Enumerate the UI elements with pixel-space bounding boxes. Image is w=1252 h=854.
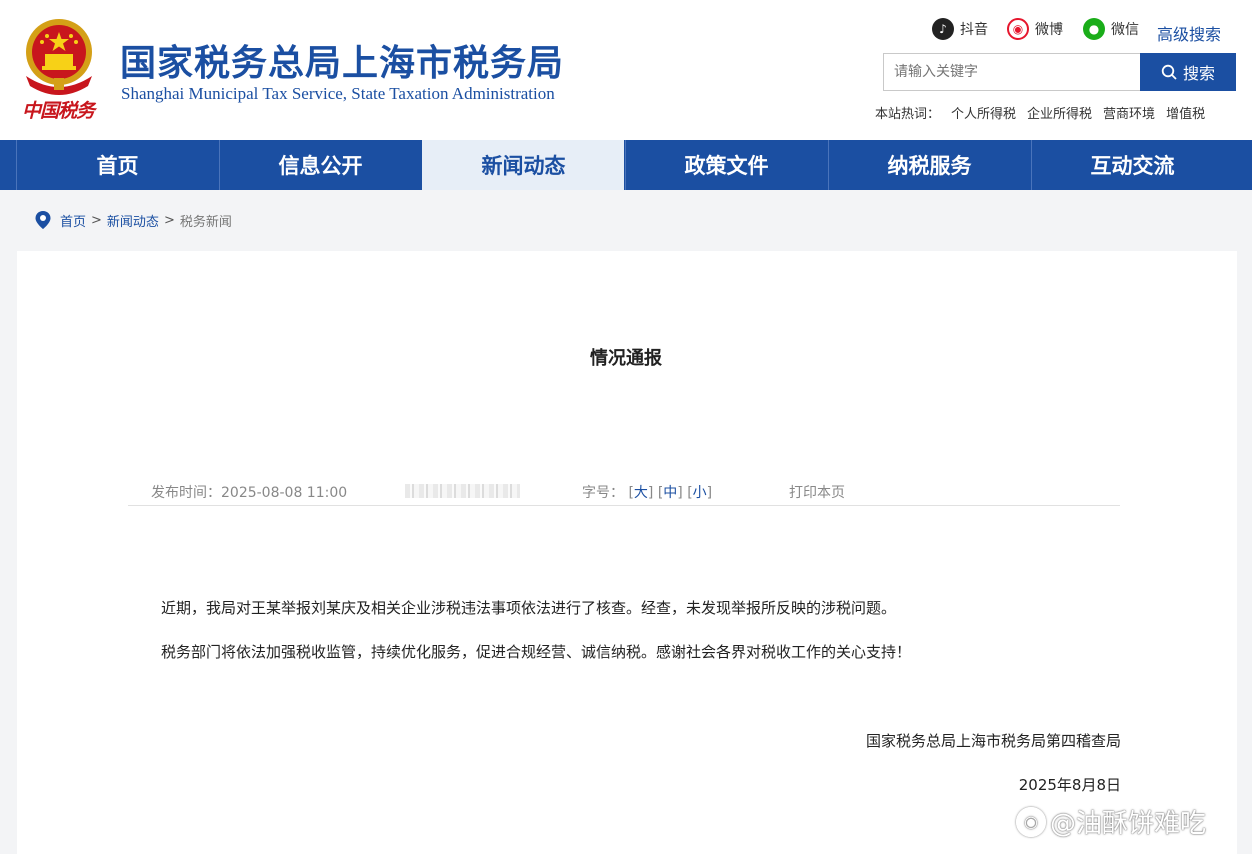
article-title: 情况通报: [590, 348, 662, 369]
nav-news[interactable]: 新闻动态: [422, 140, 624, 190]
meta-divider: [128, 505, 1120, 506]
font-large-button[interactable]: 大: [634, 485, 648, 501]
breadcrumb-current: 税务新闻: [179, 214, 232, 230]
hot-word[interactable]: 个人所得税: [951, 103, 1016, 122]
weibo-label: 微博: [1035, 22, 1063, 38]
breadcrumb-separator: >: [163, 212, 175, 228]
hot-words-label: 本站热词：: [875, 107, 941, 122]
site-header: 中国税务 国家税务总局上海市税务局 Shanghai Municipal Tax…: [0, 0, 1252, 140]
font-size-controls: 字号： [大] [中] [小]: [582, 485, 713, 501]
nav-home[interactable]: 首页: [16, 140, 218, 190]
wechat-icon: ●: [1083, 18, 1105, 40]
hot-word[interactable]: 增值税: [1166, 103, 1205, 122]
breadcrumb-news[interactable]: 新闻动态: [107, 211, 159, 230]
location-pin-icon: [35, 211, 51, 229]
wechat-link[interactable]: ● 微信: [1083, 18, 1139, 40]
weibo-icon: ◉: [1007, 18, 1029, 40]
search-button-label: 搜索: [1182, 64, 1215, 83]
weibo-link[interactable]: ◉ 微博: [1007, 18, 1063, 40]
publish-time-value: 2025-08-08 11:00: [221, 485, 348, 501]
douyin-icon: ♪: [932, 18, 954, 40]
font-size-label: 字号：: [582, 485, 624, 501]
search-box: [883, 53, 1140, 91]
nav-interaction[interactable]: 互动交流: [1031, 140, 1233, 190]
site-title[interactable]: 国家税务总局上海市税务局: [120, 34, 564, 86]
article-card: [17, 251, 1237, 854]
nav-info-disclosure[interactable]: 信息公开: [219, 140, 421, 190]
publish-time: 发布时间：2025-08-08 11:00: [151, 482, 347, 502]
hot-words: 本站热词： 个人所得税 企业所得税 营商环境 增值税: [875, 103, 1216, 122]
publish-label: 发布时间：: [151, 485, 221, 501]
tax-seal-logo: 中国税务: [22, 100, 95, 122]
search-icon: [1161, 64, 1177, 80]
search-input[interactable]: [884, 54, 1140, 90]
hot-word[interactable]: 企业所得税: [1027, 103, 1092, 122]
nav-policy[interactable]: 政策文件: [625, 140, 827, 190]
hot-word[interactable]: 营商环境: [1103, 103, 1155, 122]
douyin-label: 抖音: [960, 22, 988, 38]
redacted-source: [405, 484, 520, 498]
search-button[interactable]: 搜索: [1140, 53, 1236, 91]
article-paragraph: 税务部门将依法加强税收监管，持续优化服务，促进合规经营、诚信纳税。感谢社会各界对…: [161, 643, 912, 661]
watermark: ◉ @油酥饼难吃: [1016, 803, 1206, 840]
nav-tax-service[interactable]: 纳税服务: [828, 140, 1030, 190]
breadcrumb: 首页 > 新闻动态 > 税务新闻: [34, 210, 232, 230]
watermark-text: @油酥饼难吃: [1050, 809, 1207, 839]
advanced-search-link[interactable]: 高级搜索: [1157, 21, 1221, 45]
breadcrumb-home[interactable]: 首页: [60, 211, 86, 230]
main-nav: 首页 信息公开 新闻动态 政策文件 纳税服务 互动交流: [0, 140, 1252, 190]
national-emblem-icon: [26, 19, 92, 95]
article-signature: 国家税务总局上海市税务局第四稽查局: [865, 732, 1121, 750]
douyin-link[interactable]: ♪ 抖音: [932, 18, 988, 40]
breadcrumb-separator: >: [91, 212, 102, 228]
article-date: 2025年8月8日: [1018, 776, 1121, 794]
font-small-button[interactable]: 小: [693, 485, 707, 501]
wechat-label: 微信: [1111, 22, 1139, 38]
article-paragraph: 近期，我局对王某举报刘某庆及相关企业涉税违法事项依法进行了核查。经查，未发现举报…: [161, 599, 897, 617]
weibo-watermark-icon: ◉: [1016, 806, 1046, 837]
site-subtitle-en: Shanghai Municipal Tax Service, State Ta…: [121, 84, 555, 103]
font-medium-button[interactable]: 中: [663, 485, 677, 501]
print-button[interactable]: 打印本页: [789, 482, 845, 502]
